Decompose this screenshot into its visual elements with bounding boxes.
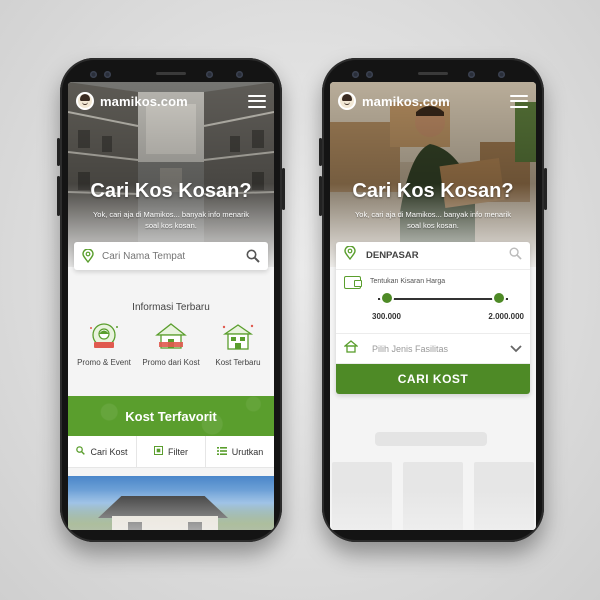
city-value: DENPASAR xyxy=(366,250,419,261)
hero-section: mamikos.com Cari Kos Kosan? Yok, cari aj… xyxy=(330,82,536,267)
cari-kost-button[interactable]: CARI KOST xyxy=(336,364,530,394)
sensor-icon xyxy=(352,71,359,78)
wallet-icon xyxy=(344,276,362,289)
house-icon xyxy=(343,339,359,358)
hamburger-menu-icon[interactable] xyxy=(510,94,528,108)
hero-subtitle: Yok, cari aja di Mamikos... banyak info … xyxy=(92,210,250,230)
earpiece-speaker xyxy=(156,72,186,75)
search-icon[interactable] xyxy=(509,247,522,265)
location-pin-icon xyxy=(82,249,94,263)
tab-cari-kost[interactable]: Cari Kost xyxy=(68,436,137,467)
phone-top-bezel xyxy=(60,68,282,82)
skeleton-title xyxy=(375,432,487,446)
brand-name[interactable]: mamikos.com xyxy=(100,94,188,109)
phone-left: mamikos.com Cari Kos Kosan? Yok, cari aj… xyxy=(57,58,285,542)
category-list: Promo & Event Promo dari Kost Kost Terba… xyxy=(74,322,268,368)
brand-name[interactable]: mamikos.com xyxy=(362,94,450,109)
hamburger-menu-icon[interactable] xyxy=(248,94,266,108)
bixby-button xyxy=(319,176,322,216)
price-min-handle[interactable] xyxy=(382,293,392,303)
search-input[interactable] xyxy=(102,250,246,262)
app-bar: mamikos.com xyxy=(338,90,528,112)
screen-left: mamikos.com Cari Kos Kosan? Yok, cari aj… xyxy=(68,82,274,530)
phone-right: mamikos.com Cari Kos Kosan? Yok, cari aj… xyxy=(319,58,547,542)
screen-fade xyxy=(68,490,274,530)
favorite-title: Kost Terfavorit xyxy=(125,408,217,424)
search-filter-card: DENPASAR Tentukan Kisaran Harga 300.000 … xyxy=(336,242,530,394)
category-kost-terbaru[interactable]: Kost Terbaru xyxy=(208,322,268,368)
front-camera-icon xyxy=(206,71,213,78)
filter-icon xyxy=(153,445,164,457)
iris-scanner-icon xyxy=(236,71,243,78)
location-pin-icon xyxy=(344,245,356,265)
info-section-title: Informasi Terbaru xyxy=(132,302,210,313)
price-slider-track[interactable] xyxy=(378,298,508,300)
power-button xyxy=(544,168,547,210)
mamikos-logo-icon[interactable] xyxy=(76,92,94,110)
phone-top-bezel xyxy=(322,68,544,82)
tab-label: Urutkan xyxy=(231,446,264,457)
search-icon[interactable] xyxy=(246,249,260,263)
sensor-icon xyxy=(366,71,373,78)
mamikos-logo-icon[interactable] xyxy=(338,92,356,110)
chevron-down-icon[interactable] xyxy=(510,340,522,358)
front-camera-icon xyxy=(468,71,475,78)
city-search-field[interactable]: DENPASAR xyxy=(336,242,530,270)
sensor-icon xyxy=(90,71,97,78)
tab-filter[interactable]: Filter xyxy=(137,436,206,467)
app-bar: mamikos.com xyxy=(76,90,266,112)
favorite-banner: Kost Terfavorit xyxy=(68,396,274,436)
tab-urutkan[interactable]: Urutkan xyxy=(206,436,274,467)
price-min-value: 300.000 xyxy=(372,312,401,321)
facility-placeholder: Pilih Jenis Fasilitas xyxy=(372,343,449,354)
hero-title: Cari Kos Kosan? xyxy=(352,180,514,202)
price-range-label: Tentukan Kisaran Harga xyxy=(370,278,446,285)
new-kost-icon xyxy=(221,322,255,352)
favorite-tabs: Cari Kost Filter Urutkan xyxy=(68,436,274,468)
promo-house-icon xyxy=(154,322,188,352)
tab-label: Cari Kost xyxy=(90,446,128,457)
price-max-value: 2.000.000 xyxy=(488,312,524,321)
screen-right: mamikos.com Cari Kos Kosan? Yok, cari aj… xyxy=(330,82,536,530)
category-label: Promo dari Kost xyxy=(142,358,200,367)
hero-title: Cari Kos Kosan? xyxy=(90,180,252,202)
sensor-icon xyxy=(104,71,111,78)
volume-button xyxy=(57,138,60,166)
bixby-button xyxy=(57,176,60,216)
price-max-handle[interactable] xyxy=(494,293,504,303)
volume-button xyxy=(319,138,322,166)
hero-subtitle: Yok, cari aja di Mamikos... banyak info … xyxy=(354,210,512,230)
sort-icon xyxy=(216,446,227,457)
iris-scanner-icon xyxy=(498,71,505,78)
facility-select[interactable]: Pilih Jenis Fasilitas xyxy=(336,334,530,364)
category-promo-event[interactable]: Promo & Event xyxy=(74,322,134,368)
tab-label: Filter xyxy=(168,446,188,457)
search-icon xyxy=(76,446,86,457)
hero-section: mamikos.com Cari Kos Kosan? Yok, cari aj… xyxy=(68,82,274,267)
screen-fade xyxy=(330,490,536,530)
price-range: Tentukan Kisaran Harga 300.000 2.000.000 xyxy=(336,270,530,334)
power-button xyxy=(282,168,285,210)
search-box[interactable] xyxy=(74,242,268,270)
promo-event-icon xyxy=(87,322,121,352)
category-label: Kost Terbaru xyxy=(215,358,261,367)
category-promo-kost[interactable]: Promo dari Kost xyxy=(141,322,201,368)
category-label: Promo & Event xyxy=(77,358,131,367)
earpiece-speaker xyxy=(418,72,448,75)
